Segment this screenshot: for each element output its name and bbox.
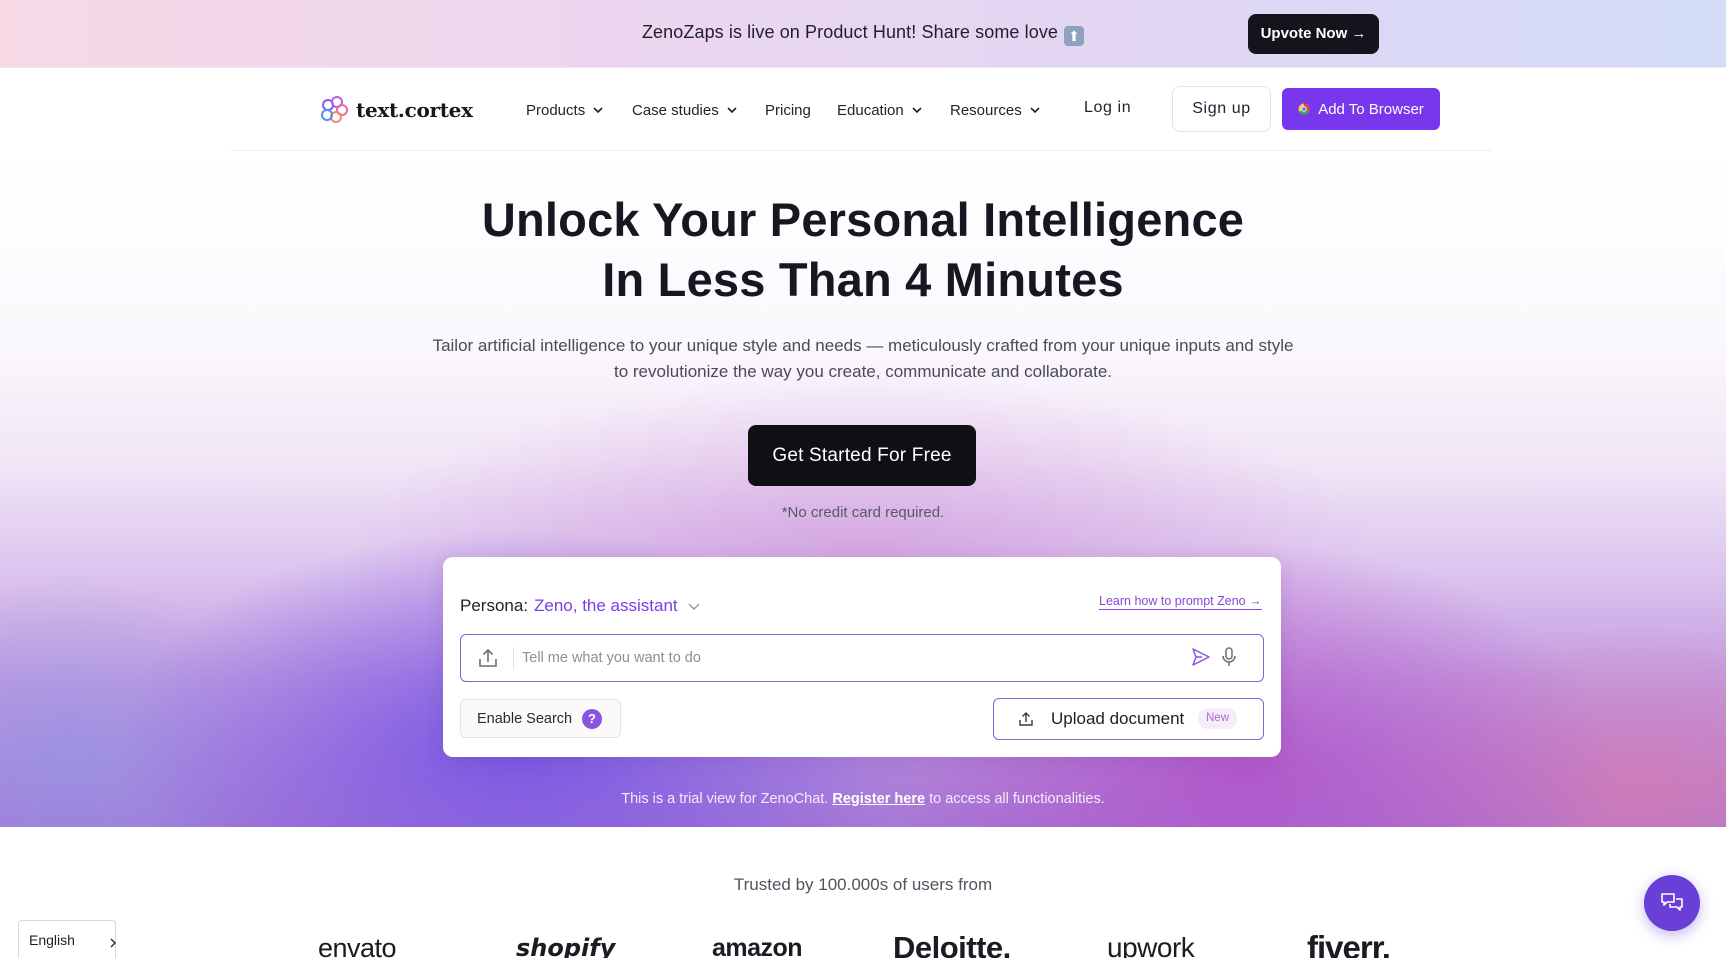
upload-icon xyxy=(1019,712,1033,726)
chevron-right-icon xyxy=(110,938,117,948)
persona-label: Persona: xyxy=(460,596,529,615)
hero-title-line-2: In Less Than 4 Minutes xyxy=(602,253,1124,306)
prompt-input[interactable] xyxy=(522,646,1162,670)
chrome-icon xyxy=(1298,103,1310,115)
prompt-separator xyxy=(513,647,514,669)
upvote-now-button[interactable]: Upvote Now → xyxy=(1248,14,1379,54)
chevron-down-icon xyxy=(912,107,922,114)
up-arrow-icon: ⬆ xyxy=(1064,26,1085,46)
learn-prompt-link[interactable]: Learn how to prompt Zeno → xyxy=(1099,594,1262,610)
persona-value: Zeno, the assistant xyxy=(534,596,678,615)
send-icon[interactable] xyxy=(1191,647,1211,667)
language-label: English xyxy=(29,932,75,948)
new-badge: New xyxy=(1198,708,1238,729)
hero-title: Unlock Your Personal Intelligence In Les… xyxy=(0,190,1726,310)
help-icon[interactable]: ? xyxy=(582,709,602,729)
announcement-bar: ZenoZaps is live on Product Hunt! Share … xyxy=(0,0,1726,68)
add-to-browser-button[interactable]: Add To Browser xyxy=(1282,88,1440,130)
logo[interactable]: text.cortex xyxy=(318,93,473,127)
brand-logo-fiverr: fiverr. xyxy=(1307,929,1391,958)
nav-pricing[interactable]: Pricing xyxy=(765,99,811,121)
signup-button[interactable]: Sign up xyxy=(1172,86,1271,132)
brand-logo-shopify: shopify xyxy=(516,934,616,958)
chevron-down-icon xyxy=(593,107,603,114)
trial-note-prefix: This is a trial view for ZenoChat. xyxy=(621,791,829,807)
enable-search-label: Enable Search xyxy=(477,710,573,727)
logo-text: text.cortex xyxy=(356,98,473,122)
chevron-down-icon xyxy=(688,603,700,610)
chevron-down-icon xyxy=(727,107,737,114)
nav-case-studies-label: Case studies xyxy=(632,101,719,119)
hero-subtitle: Tailor artificial intelligence to your u… xyxy=(432,336,1294,381)
chat-support-button[interactable] xyxy=(1644,875,1700,931)
nav-resources[interactable]: Resources xyxy=(950,99,1040,121)
add-to-browser-label: Add To Browser xyxy=(1318,100,1424,118)
nav-case-studies[interactable]: Case studies xyxy=(632,99,737,121)
brand-logo-upwork: upwork xyxy=(1107,932,1195,958)
nav-education-label: Education xyxy=(837,101,904,119)
nav-pricing-label: Pricing xyxy=(765,101,811,119)
upload-icon[interactable] xyxy=(477,647,499,669)
nav-products[interactable]: Products xyxy=(526,99,603,121)
register-link[interactable]: Register here xyxy=(832,791,925,807)
brand-logo-envato: envato xyxy=(318,932,397,958)
chat-bubbles-icon xyxy=(1661,893,1683,911)
chevron-down-icon xyxy=(1030,107,1040,114)
persona-select[interactable]: Zeno, the assistant xyxy=(534,596,700,616)
nav-resources-label: Resources xyxy=(950,101,1022,119)
nav-products-label: Products xyxy=(526,101,586,119)
language-selector[interactable]: English xyxy=(18,920,117,958)
hero-title-line-1: Unlock Your Personal Intelligence xyxy=(481,193,1245,246)
trial-note: This is a trial view for ZenoChat. Regis… xyxy=(0,791,1726,807)
microphone-icon[interactable] xyxy=(1221,647,1237,667)
brand-logo-deloitte: Deloitte. xyxy=(893,930,1011,958)
trial-note-suffix: to access all functionalities. xyxy=(929,791,1105,807)
login-link[interactable]: Log in xyxy=(1084,99,1131,117)
nav-education[interactable]: Education xyxy=(837,99,922,121)
get-started-button[interactable]: Get Started For Free xyxy=(748,425,976,486)
trusted-heading: Trusted by 100.000s of users from xyxy=(733,875,993,894)
no-credit-card-note: *No credit card required. xyxy=(781,504,945,521)
upload-document-label: Upload document xyxy=(1051,709,1185,728)
brand-logo-amazon: amazon xyxy=(712,933,803,958)
announcement-text: ZenoZaps is live on Product Hunt! Share … xyxy=(0,22,1726,46)
brain-icon xyxy=(321,96,348,123)
